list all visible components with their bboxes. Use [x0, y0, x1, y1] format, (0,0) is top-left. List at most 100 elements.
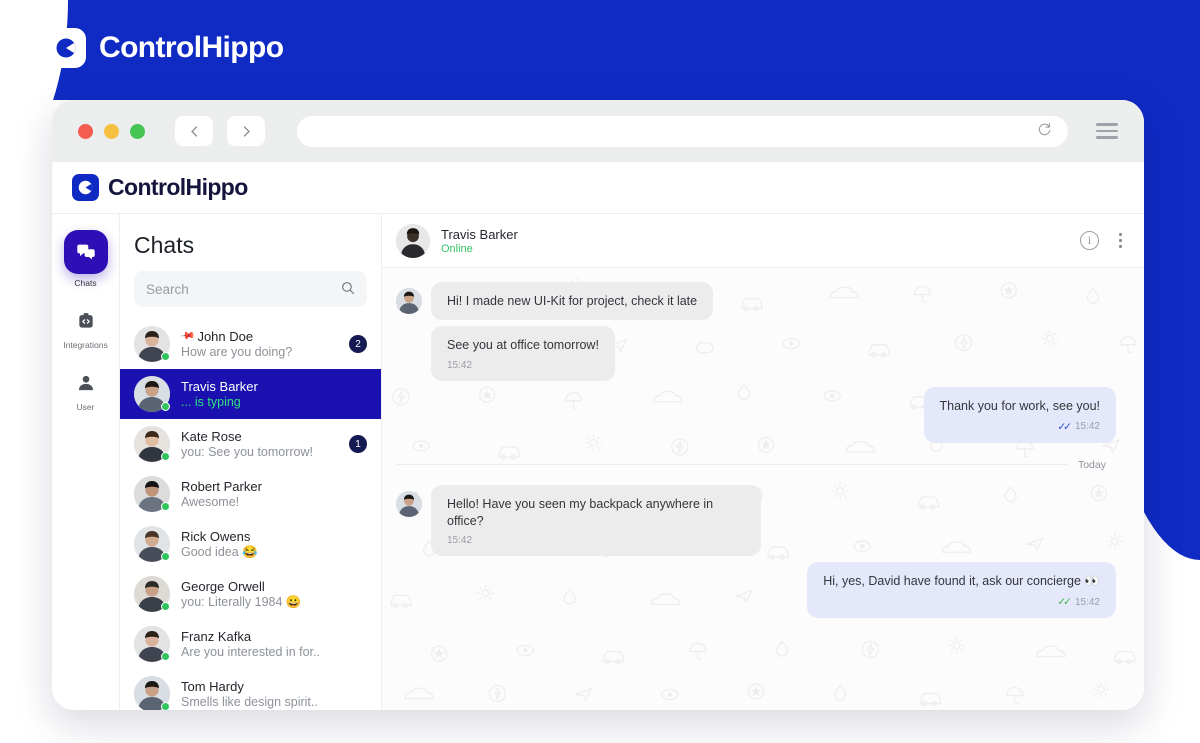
message-row: Hi! I made new UI-Kit for project, check…: [396, 282, 1116, 320]
chat-item-name-text: Robert Parker: [181, 479, 262, 494]
chat-item-name-text: Franz Kafka: [181, 629, 252, 644]
chat-list-item[interactable]: Kate Rose you: See you tomorrow! 1: [120, 419, 381, 469]
browser-window: ControlHippo Chats Integrations User Cha…: [52, 100, 1144, 710]
chat-list-item[interactable]: Travis Barker... is typing: [120, 369, 381, 419]
message-row: Thank you for work, see you! ✓✓ 15:42: [396, 386, 1116, 443]
chat-list-item[interactable]: Robert Parker Awesome!: [120, 469, 381, 519]
online-status-dot: [161, 552, 170, 561]
info-circle-icon[interactable]: i: [1080, 231, 1099, 250]
message-scroll-area[interactable]: Hi! I made new UI-Kit for project, check…: [382, 268, 1144, 710]
maximize-window-button[interactable]: [130, 123, 145, 139]
chat-item-snippet: How are you doing?: [181, 345, 293, 359]
address-bar[interactable]: [297, 115, 1068, 147]
browser-menu-button[interactable]: [1092, 119, 1122, 143]
online-status-dot: [161, 452, 170, 461]
sidebar-item-integrations[interactable]: Integrations: [52, 306, 120, 350]
chat-item-name-text: Kate Rose: [181, 429, 242, 444]
chat-item-name: Rick Owens: [181, 529, 367, 544]
message-row: Hi, yes, David have found it, ask our co…: [396, 562, 1116, 619]
online-status-dot: [161, 352, 170, 361]
traffic-lights: [78, 123, 145, 139]
more-vertical-icon[interactable]: [1119, 233, 1122, 248]
message-timestamp: 15:42: [1074, 596, 1100, 608]
divider-rule: [396, 464, 1068, 466]
online-status-dot: [161, 502, 170, 511]
message-text: Hi! I made new UI-Kit for project, check…: [447, 294, 698, 308]
search-input[interactable]: [146, 281, 341, 297]
search-box[interactable]: [134, 271, 367, 307]
message-timestamp: 15:42: [447, 535, 473, 547]
chat-item-name: 📌 John Doe: [181, 329, 338, 344]
message-row: Hello! Have you seen my backpack anywher…: [396, 484, 1116, 557]
sidebar-label-user: User: [76, 402, 95, 412]
incoming-message-bubble[interactable]: Hello! Have you seen my backpack anywher…: [431, 484, 761, 557]
chat-item-meta: Kate Rose you: See you tomorrow!: [181, 429, 338, 459]
conversation-contact-name: Travis Barker: [441, 226, 518, 242]
chat-item-name: Franz Kafka: [181, 629, 367, 644]
unread-badge: 1: [349, 435, 367, 453]
incoming-message-bubble[interactable]: Hi! I made new UI-Kit for project, check…: [431, 282, 714, 320]
chat-item-meta: 📌 John Doe How are you doing?: [181, 329, 338, 359]
chat-list-panel: Chats 📌John DoeHow are you doing? 2 Travi…: [120, 214, 382, 710]
chevron-left-icon: [190, 125, 197, 137]
incoming-message-bubble[interactable]: See you at office tomorrow! 15:42: [431, 325, 615, 381]
message-footer: ✓✓ 15:42: [940, 420, 1100, 433]
forward-button[interactable]: [227, 116, 265, 146]
chat-list-item[interactable]: Tom Hardy Smells like design spirit..: [120, 669, 381, 710]
chat-item-name-text: Rick Owens: [181, 528, 251, 544]
sidebar-label-integrations: Integrations: [63, 340, 108, 350]
outgoing-message-bubble[interactable]: Thank you for work, see you! ✓✓ 15:42: [923, 386, 1116, 443]
avatar-wrapper: [134, 426, 170, 462]
message-avatar: [396, 288, 422, 314]
chat-item-meta: Robert Parker Awesome!: [181, 479, 367, 509]
sidebar-item-chats[interactable]: Chats: [52, 230, 120, 288]
chat-item-name: Tom Hardy: [181, 679, 367, 694]
chat-item-meta: George Orwell you: Literally 1984 😀: [181, 579, 367, 610]
hamburger-line: [1096, 123, 1118, 126]
chat-item-meta: Franz Kafka Are you interested in for..: [181, 629, 367, 659]
chat-item-name-text: John Doe: [197, 329, 254, 344]
avatar-wrapper: [134, 576, 170, 612]
chat-list-item[interactable]: Rick Owens Good idea 😂: [120, 519, 381, 569]
message-row: See you at office tomorrow! 15:42: [396, 325, 1116, 381]
app-brand-logo[interactable]: ControlHippo: [72, 174, 248, 201]
chat-item-name: Robert Parker: [181, 479, 367, 494]
app-brand-name: ControlHippo: [108, 174, 248, 200]
chat-list-item[interactable]: 📌 John Doe How are you doing? 2: [120, 319, 381, 369]
back-button[interactable]: [175, 116, 213, 146]
chat-rows: 📌 John Doe How are you doing? 2 Travis Bark…: [120, 319, 381, 710]
chat-list-item[interactable]: Franz Kafka Are you interested in for..: [120, 619, 381, 669]
outgoing-message-bubble[interactable]: Hi, yes, David have found it, ask our co…: [807, 562, 1116, 619]
search-icon[interactable]: [341, 281, 355, 298]
sidebar-label-chats: Chats: [74, 278, 97, 288]
close-window-button[interactable]: [78, 123, 93, 139]
messages-container: Hi! I made new UI-Kit for project, check…: [382, 268, 1144, 634]
chat-item-name-text: Travis Barker: [181, 379, 258, 394]
nav-rail: Chats Integrations User: [52, 214, 120, 710]
kebab-dot: [1119, 239, 1122, 242]
chat-item-snippet: you: See you tomorrow!: [181, 445, 314, 459]
online-status-dot: [161, 652, 170, 661]
hamburger-line: [1096, 129, 1118, 133]
day-divider: Today: [396, 459, 1116, 471]
message-text: See you at office tomorrow!: [447, 337, 599, 352]
chat-list-item[interactable]: George Orwell you: Literally 1984 😀: [120, 569, 381, 619]
avatar-wrapper: [134, 626, 170, 662]
message-footer: 15:42: [447, 360, 599, 371]
code-brackets-icon: [71, 306, 101, 336]
reload-icon[interactable]: [1037, 122, 1052, 141]
chevron-right-icon: [243, 125, 250, 137]
kebab-dot: [1119, 244, 1122, 248]
chat-item-name: Kate Rose: [181, 429, 338, 444]
chat-item-meta: Travis Barker... is typing: [181, 379, 367, 409]
avatar-wrapper: [134, 326, 170, 362]
hamburger-line: [1096, 136, 1118, 139]
conversation-header: Travis Barker Online i: [382, 214, 1144, 268]
sidebar-item-user[interactable]: User: [52, 368, 120, 412]
app-body: Chats Integrations User Chats Search 📌 J…: [52, 214, 1144, 710]
read-receipt-icon: ✓✓: [1057, 420, 1072, 433]
minimize-window-button[interactable]: [104, 123, 119, 139]
kebab-dot: [1119, 233, 1122, 237]
person-icon: [71, 368, 101, 398]
message-avatar: [396, 490, 422, 517]
